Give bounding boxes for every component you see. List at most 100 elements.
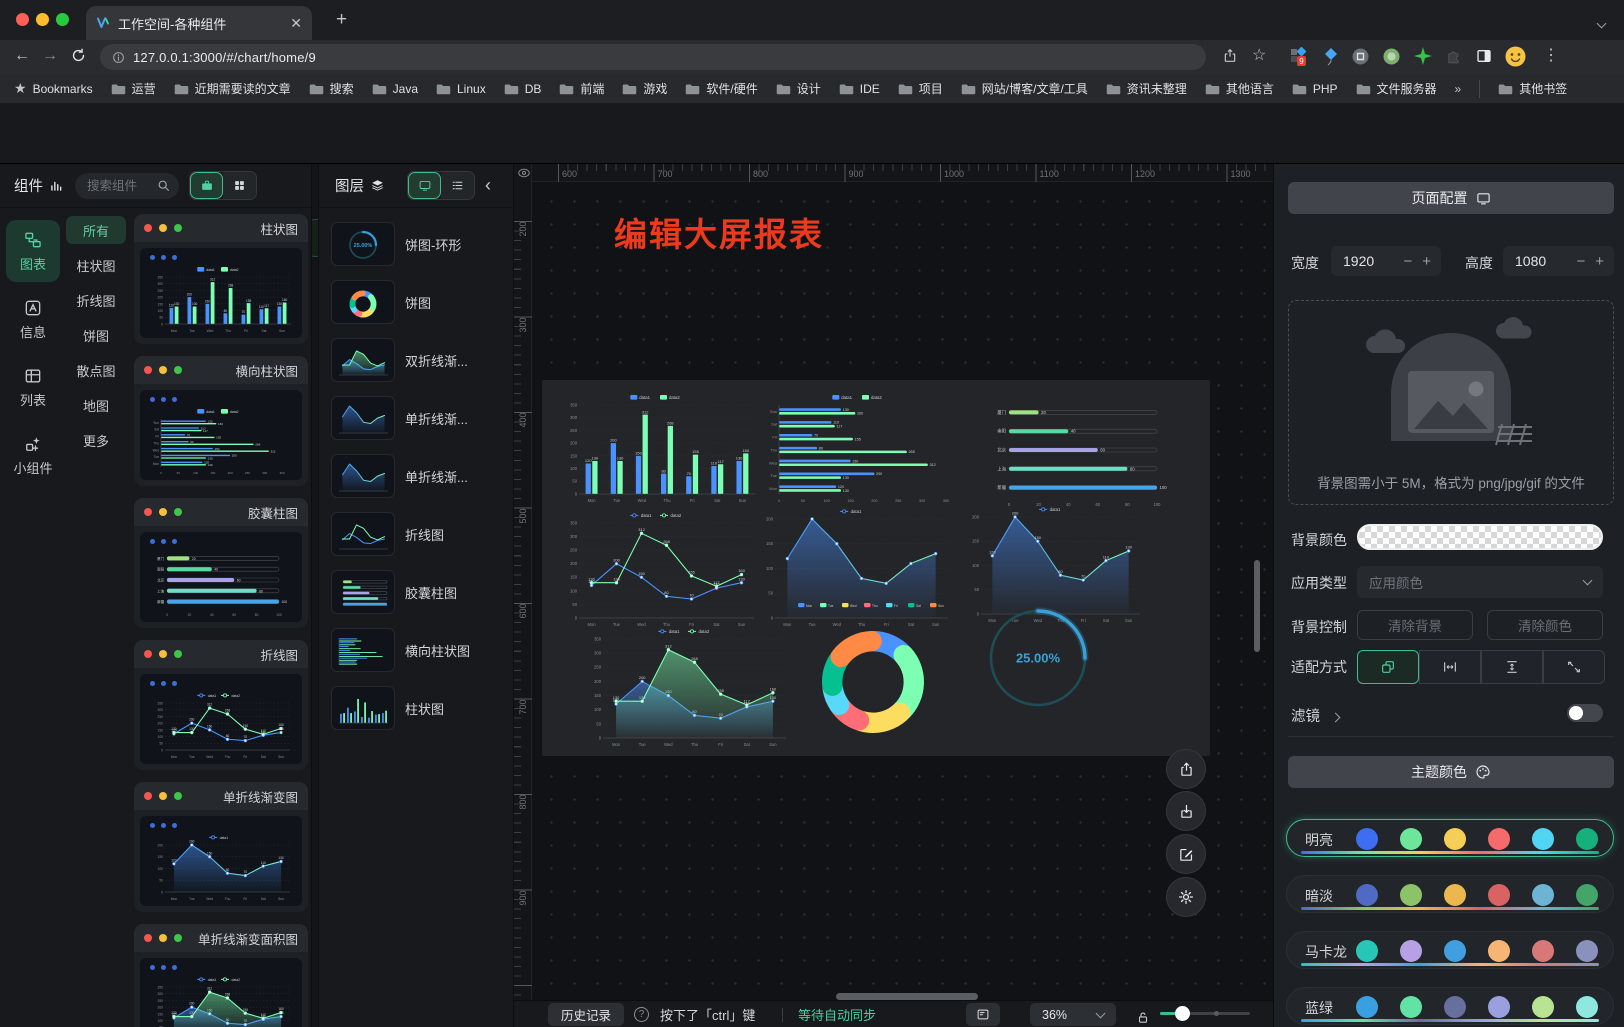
- theme-color-dot[interactable]: [1488, 884, 1510, 906]
- extension-icon-command[interactable]: [1352, 48, 1369, 65]
- theme-color-dot[interactable]: [1400, 884, 1422, 906]
- board-chart-单折线渐变面积图[interactable]: data1data2050100150200250300350120200150…: [584, 626, 792, 748]
- theme-color-dot[interactable]: [1400, 828, 1422, 850]
- theme-color-dot[interactable]: [1400, 940, 1422, 962]
- project-view-button[interactable]: [190, 172, 223, 199]
- component-card[interactable]: 柱状图data1data2050100150200250300350120200…: [134, 214, 308, 344]
- theme-color-dot[interactable]: [1576, 940, 1598, 962]
- window-minimize-button[interactable]: [36, 13, 49, 26]
- bookmark-item[interactable]: 设计: [776, 80, 821, 97]
- fit-stretch-button[interactable]: [1543, 650, 1605, 684]
- bookmark-item[interactable]: 近期需要读的文章: [174, 80, 291, 97]
- tab-close-icon[interactable]: ✕: [290, 16, 302, 30]
- component-card[interactable]: 单折线渐变图data105010015020012020015080701101…: [134, 782, 308, 912]
- bookmark-item[interactable]: 运营: [111, 80, 156, 97]
- ruler-eye-icon[interactable]: [517, 166, 531, 180]
- board-chart-胶囊柱图[interactable]: 厦门20南阳40北京60上海80新疆100020406080100: [988, 398, 1174, 508]
- zoom-slider-knob[interactable]: [1175, 1006, 1190, 1021]
- fit-width-button[interactable]: [1419, 650, 1481, 684]
- sidebar-item-4[interactable]: 小组件: [6, 424, 60, 486]
- category-3[interactable]: 折线图: [66, 286, 126, 314]
- browser-tab[interactable]: 工作空间-各种组件 ✕: [86, 6, 312, 40]
- clear-background-button[interactable]: 清除背景: [1357, 610, 1473, 640]
- canvas-text-component[interactable]: 编辑大屏报表: [614, 208, 824, 256]
- zoom-select[interactable]: 36%: [1030, 1003, 1116, 1026]
- filter-toggle[interactable]: [1567, 704, 1603, 722]
- bookmark-star-icon[interactable]: ☆: [1252, 48, 1266, 64]
- height-stepper[interactable]: 1080 − +: [1503, 246, 1614, 276]
- background-upload-dropzone[interactable]: 背景图需小于 5M，格式为 png/jpg/gif 的文件: [1288, 300, 1614, 505]
- app-type-select[interactable]: 应用颜色: [1357, 566, 1603, 598]
- bookmarks-overflow-icon[interactable]: »: [1455, 82, 1462, 96]
- site-info-icon[interactable]: [112, 51, 125, 64]
- fit-height-button[interactable]: [1481, 650, 1543, 684]
- window-zoom-button[interactable]: [56, 13, 69, 26]
- layer-item[interactable]: 柱状图: [331, 684, 507, 732]
- bookmark-item[interactable]: 资讯未整理: [1106, 80, 1187, 97]
- layer-item[interactable]: 单折线渐...: [331, 452, 507, 500]
- theme-color-dot[interactable]: [1488, 996, 1510, 1018]
- category-2[interactable]: 柱状图: [66, 251, 126, 279]
- theme-color-header[interactable]: 主题颜色: [1288, 756, 1614, 788]
- bg-color-swatch[interactable]: [1357, 524, 1603, 550]
- board-chart-饼图-环形[interactable]: 25.00%: [982, 604, 1094, 712]
- theme-color-dot[interactable]: [1576, 828, 1598, 850]
- layer-item[interactable]: 双折线渐...: [331, 336, 507, 384]
- theme-color-dot[interactable]: [1576, 996, 1598, 1018]
- address-bar[interactable]: 127.0.0.1:3000/#/chart/home/9: [100, 44, 1206, 70]
- dashboard-board[interactable]: data1data2050100150200250300350120200150…: [542, 380, 1210, 756]
- theme-row-暗淡[interactable]: 暗淡: [1286, 875, 1614, 913]
- collapse-panel-icon[interactable]: ‹: [485, 175, 491, 196]
- bookmark-item[interactable]: 搜索: [309, 80, 354, 97]
- bookmark-item[interactable]: Linux: [436, 82, 486, 96]
- profile-avatar[interactable]: [1505, 46, 1526, 67]
- help-icon[interactable]: ?: [634, 1007, 649, 1022]
- panel-toggle-button[interactable]: [966, 1003, 1000, 1026]
- import-fab[interactable]: [1166, 791, 1206, 831]
- theme-color-dot[interactable]: [1444, 828, 1466, 850]
- theme-color-dot[interactable]: [1576, 884, 1598, 906]
- theme-color-dot[interactable]: [1444, 996, 1466, 1018]
- bookmark-item[interactable]: 游戏: [622, 80, 667, 97]
- bookmark-item[interactable]: 网站/博客/文章/工具: [961, 80, 1088, 97]
- extension-icon-sparkle[interactable]: [1414, 47, 1432, 65]
- sidebar-item-1[interactable]: 图表: [6, 220, 60, 282]
- increment-icon[interactable]: +: [1585, 253, 1614, 270]
- increment-icon[interactable]: +: [1412, 253, 1441, 270]
- theme-color-dot[interactable]: [1444, 884, 1466, 906]
- vertical-scrollbar[interactable]: [1254, 560, 1260, 652]
- bookmark-item[interactable]: 文件服务器: [1356, 80, 1437, 97]
- sidebar-item-3[interactable]: 列表: [6, 356, 60, 418]
- theme-color-dot[interactable]: [1532, 996, 1554, 1018]
- component-card[interactable]: 横向柱状图data1data21202001508070110130130130…: [134, 356, 308, 486]
- new-tab-button[interactable]: +: [336, 10, 347, 29]
- decrement-icon[interactable]: −: [1403, 253, 1412, 270]
- tab-search-icon[interactable]: [1598, 14, 1605, 32]
- board-chart-折线图[interactable]: data1data2050100150200250300350120200150…: [560, 510, 760, 628]
- theme-color-dot[interactable]: [1488, 828, 1510, 850]
- bookmark-item[interactable]: PHP: [1292, 82, 1338, 96]
- board-chart-柱状图[interactable]: data1data2050100150200250300350120200150…: [560, 392, 760, 504]
- theme-color-dot[interactable]: [1400, 996, 1422, 1018]
- edit-fab[interactable]: [1166, 834, 1206, 874]
- bookmark-item[interactable]: 前端: [559, 80, 604, 97]
- category-5[interactable]: 散点图: [66, 356, 126, 384]
- theme-color-dot[interactable]: [1488, 940, 1510, 962]
- theme-color-dot[interactable]: [1532, 884, 1554, 906]
- layer-item[interactable]: 折线图: [331, 510, 507, 558]
- fit-scale-button[interactable]: [1357, 650, 1419, 684]
- grid-view-button[interactable]: [223, 172, 256, 199]
- width-stepper[interactable]: 1920 − +: [1331, 246, 1441, 276]
- extension-icon-kite[interactable]: [1323, 47, 1339, 66]
- extension-icon-puzzle[interactable]: [1446, 48, 1463, 65]
- export-fab[interactable]: [1166, 749, 1206, 789]
- sidebar-item-2[interactable]: 信息: [6, 288, 60, 350]
- theme-row-马卡龙[interactable]: 马卡龙: [1286, 931, 1614, 969]
- theme-color-dot[interactable]: [1356, 828, 1378, 850]
- back-icon[interactable]: ←: [14, 48, 30, 64]
- window-close-button[interactable]: [16, 13, 29, 26]
- theme-row-明亮[interactable]: 明亮: [1286, 819, 1614, 857]
- layer-item[interactable]: 25.00%饼图-环形: [331, 220, 507, 268]
- share-icon[interactable]: [1222, 48, 1238, 64]
- browser-menu-icon[interactable]: ⋮: [1543, 48, 1559, 64]
